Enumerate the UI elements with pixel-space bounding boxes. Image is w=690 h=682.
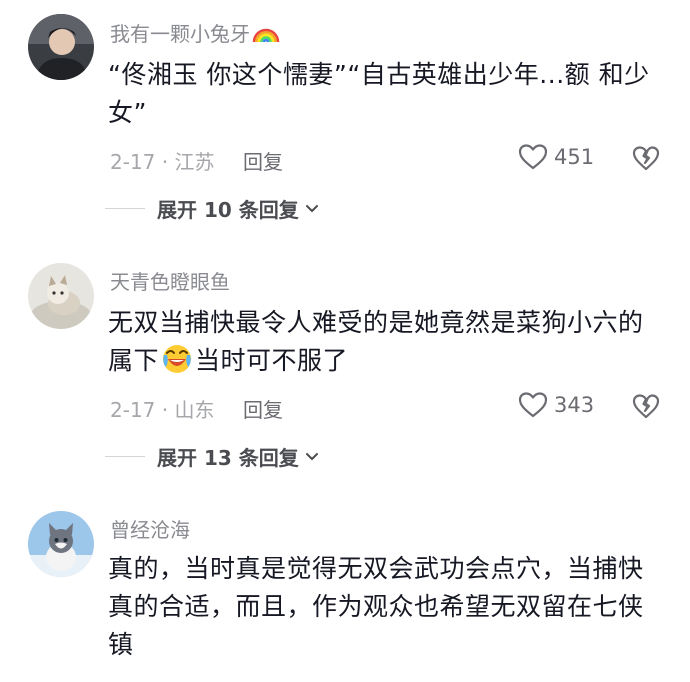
avatar[interactable]	[28, 14, 94, 80]
like-button[interactable]: 343	[518, 391, 594, 419]
username[interactable]: 曾经沧海	[110, 514, 190, 543]
expand-replies-button[interactable]: 展开 10 条回复	[105, 194, 319, 223]
expand-replies-label: 展开 10 条回复	[157, 198, 299, 222]
avatar[interactable]	[28, 263, 94, 329]
heart-outline-icon	[518, 144, 548, 170]
divider-line	[105, 208, 145, 209]
avatar[interactable]	[28, 511, 94, 577]
comment-text: 无双当捕快最令人难受的是她竟然是菜狗小六的 属下 当时可不服了	[108, 304, 668, 386]
comment-meta: 2-17 · 江苏	[110, 150, 215, 174]
comment-text: 真的，当时真是觉得无双会武功会点穴，当捕快 真的合适，而且，作为观众也希望无双留…	[108, 554, 644, 659]
like-count: 451	[554, 145, 595, 169]
heart-outline-icon	[518, 392, 548, 418]
expand-replies-button[interactable]: 展开 13 条回复	[105, 442, 319, 471]
laughing-crying-emoji	[161, 343, 193, 386]
like-button[interactable]: 451	[518, 143, 594, 171]
username[interactable]: 天青色瞪眼鱼	[110, 266, 230, 295]
reply-button[interactable]: 回复	[243, 146, 283, 175]
username[interactable]: 我有一颗小兔牙	[110, 18, 280, 49]
broken-heart-icon	[632, 394, 660, 419]
rainbow-emoji	[252, 22, 280, 49]
reply-button[interactable]: 回复	[243, 394, 283, 423]
expand-replies-label: 展开 13 条回复	[157, 446, 299, 470]
comment-text: “佟湘玉 你这个懦妻”“自古英雄出少年...额 和少 女”	[108, 60, 650, 127]
broken-heart-icon	[632, 146, 660, 171]
like-count: 343	[554, 393, 595, 417]
divider-line	[105, 456, 145, 457]
chevron-down-icon	[305, 452, 318, 460]
comment-meta: 2-17 · 山东	[110, 398, 215, 422]
chevron-down-icon	[305, 204, 318, 212]
dislike-button[interactable]	[632, 393, 660, 423]
dislike-button[interactable]	[632, 145, 660, 175]
